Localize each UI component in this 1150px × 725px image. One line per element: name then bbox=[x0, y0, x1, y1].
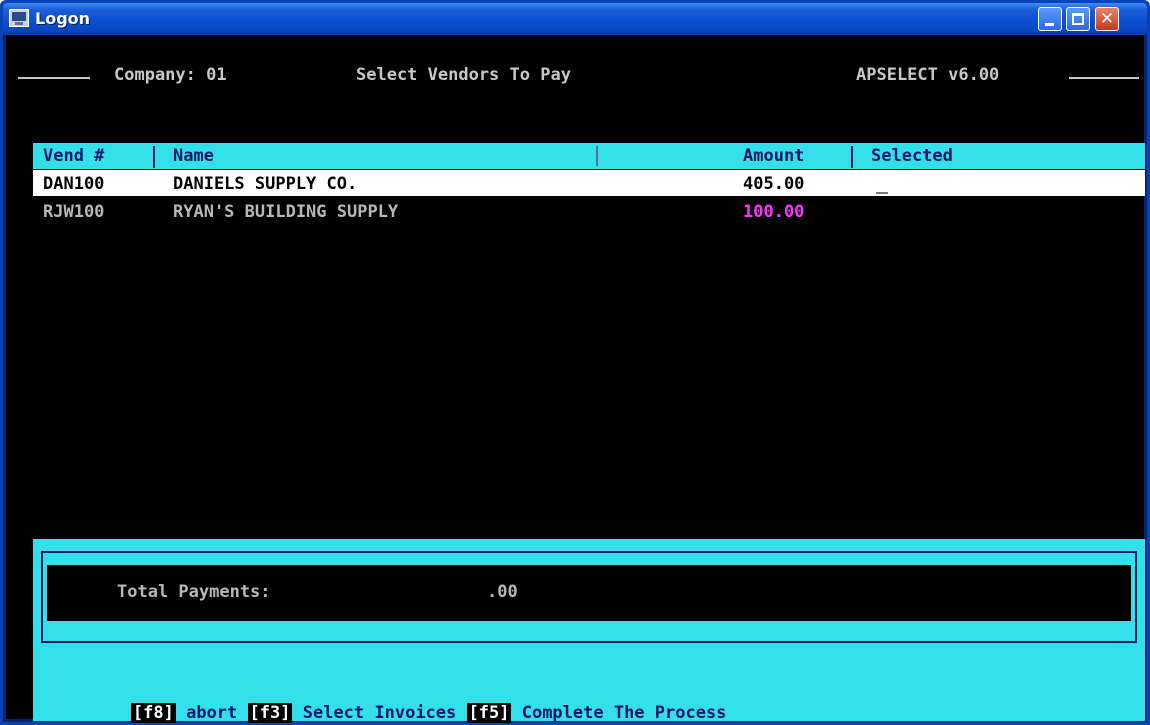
select-invoices-label[interactable]: Select Invoices bbox=[303, 703, 457, 723]
header-rule-left bbox=[18, 77, 90, 79]
text-cursor bbox=[876, 192, 888, 194]
vendor-number: DAN100 bbox=[43, 174, 105, 194]
total-payments-label: Total Payments: bbox=[117, 582, 271, 602]
maximize-icon bbox=[1072, 13, 1084, 25]
vendor-name: RYAN'S BUILDING SUPPLY bbox=[173, 202, 399, 222]
close-icon: ✕ bbox=[1099, 9, 1115, 29]
vendor-row[interactable]: DAN100 DANIELS SUPPLY CO. 405.00 bbox=[33, 170, 1145, 196]
minimize-icon bbox=[1045, 23, 1054, 26]
app-window: Logon ✕ Company: 01 Select Vendors To Pa… bbox=[0, 0, 1150, 725]
terminal-screen[interactable]: Company: 01 Select Vendors To Pay APSELE… bbox=[6, 35, 1145, 723]
title-bar[interactable]: Logon ✕ bbox=[3, 3, 1147, 35]
column-header-bar: Vend # Name Amount Selected bbox=[33, 143, 1145, 169]
vendor-row[interactable]: RJW100 RYAN'S BUILDING SUPPLY 100.00 bbox=[33, 198, 1145, 224]
complete-process-label[interactable]: Complete The Process bbox=[522, 703, 727, 723]
screen-title: Select Vendors To Pay bbox=[356, 65, 571, 85]
column-header-name: Name bbox=[173, 146, 214, 166]
vendor-name: DANIELS SUPPLY CO. bbox=[173, 174, 358, 194]
column-header-selected: Selected bbox=[871, 146, 953, 166]
column-separator bbox=[153, 146, 155, 168]
close-button[interactable]: ✕ bbox=[1095, 7, 1119, 31]
window-title: Logon bbox=[35, 9, 91, 28]
abort-label[interactable]: abort bbox=[186, 703, 237, 723]
maximize-button[interactable] bbox=[1066, 7, 1090, 31]
f8-key[interactable]: [f8] bbox=[130, 703, 176, 723]
minimize-button[interactable] bbox=[1038, 7, 1062, 31]
totals-box: Total Payments: .00 bbox=[47, 565, 1131, 621]
company-label: Company: 01 bbox=[114, 65, 227, 85]
column-header-vend: Vend # bbox=[43, 146, 105, 166]
column-header-amount: Amount bbox=[743, 146, 805, 166]
f5-key[interactable]: [f5] bbox=[466, 703, 512, 723]
function-key-bar: [f8] abort [f3] Select Invoices [f5] Com… bbox=[49, 683, 726, 725]
header-rule-right bbox=[1069, 77, 1139, 79]
terminal-app-icon[interactable] bbox=[9, 9, 29, 27]
column-separator bbox=[596, 146, 598, 166]
vendor-number: RJW100 bbox=[43, 202, 105, 222]
total-payments-value: .00 bbox=[487, 582, 518, 602]
vendor-amount: 405.00 bbox=[743, 174, 805, 194]
totals-panel: Total Payments: .00 [f8] abort [f3] Sele… bbox=[33, 539, 1145, 723]
f3-key[interactable]: [f3] bbox=[247, 703, 293, 723]
column-separator bbox=[851, 146, 853, 168]
vendor-amount: 100.00 bbox=[743, 202, 805, 222]
program-version: APSELECT v6.00 bbox=[856, 65, 1000, 85]
